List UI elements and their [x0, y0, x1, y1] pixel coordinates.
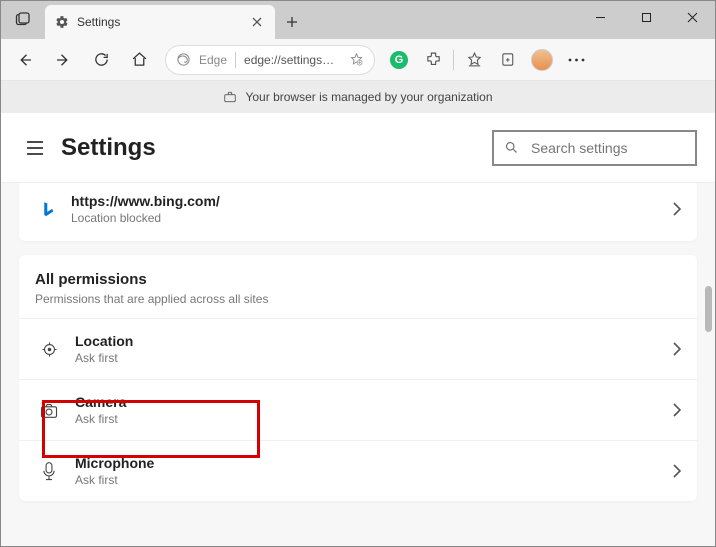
gear-icon — [55, 15, 69, 29]
managed-info-bar: Your browser is managed by your organiza… — [1, 81, 715, 113]
permission-row-microphone[interactable]: Microphone Ask first — [19, 440, 697, 501]
edge-logo-icon — [176, 52, 191, 67]
recent-activity-card: https://www.bing.com/ Location blocked — [19, 183, 697, 241]
address-bar[interactable]: Edge edge://settings… — [165, 45, 375, 75]
recent-site-url: https://www.bing.com/ — [71, 193, 659, 209]
home-button[interactable] — [121, 42, 157, 78]
permission-label: Camera — [75, 394, 657, 410]
window-titlebar: Settings — [1, 1, 715, 39]
search-settings-box[interactable] — [492, 130, 697, 166]
address-url: edge://settings… — [244, 53, 341, 67]
location-icon — [39, 339, 59, 359]
camera-icon — [39, 400, 59, 420]
chevron-right-icon — [673, 342, 681, 356]
extensions-button[interactable] — [417, 44, 449, 76]
window-controls — [577, 1, 715, 33]
collections-button[interactable] — [492, 44, 524, 76]
address-engine: Edge — [199, 53, 227, 67]
bing-favicon-icon — [39, 200, 57, 218]
settings-header: Settings — [1, 113, 715, 183]
tab-title: Settings — [77, 15, 241, 29]
favorites-button[interactable] — [458, 44, 490, 76]
permission-label: Microphone — [75, 455, 657, 471]
close-window-button[interactable] — [669, 1, 715, 33]
minimize-button[interactable] — [577, 1, 623, 33]
permission-row-camera[interactable]: Camera Ask first — [19, 379, 697, 440]
managed-message: Your browser is managed by your organiza… — [245, 90, 492, 104]
tab-actions-button[interactable] — [1, 1, 45, 39]
recent-site-row[interactable]: https://www.bing.com/ Location blocked — [19, 183, 697, 241]
favorite-star-icon[interactable] — [349, 52, 364, 67]
forward-button[interactable] — [45, 42, 81, 78]
address-divider — [235, 52, 236, 68]
permission-status: Ask first — [75, 412, 657, 426]
all-permissions-subtitle: Permissions that are applied across all … — [35, 292, 681, 306]
permission-label: Location — [75, 333, 657, 349]
permission-row-location[interactable]: Location Ask first — [19, 318, 697, 379]
recent-site-status: Location blocked — [71, 211, 659, 225]
new-tab-button[interactable] — [275, 5, 309, 39]
profile-avatar[interactable] — [526, 44, 558, 76]
permission-status: Ask first — [75, 473, 657, 487]
grammarly-extension-icon[interactable]: G — [383, 44, 415, 76]
search-input[interactable] — [531, 140, 685, 156]
page-title: Settings — [61, 134, 492, 162]
maximize-button[interactable] — [623, 1, 669, 33]
briefcase-icon — [223, 90, 237, 104]
close-tab-icon[interactable] — [249, 14, 265, 30]
toolbar-divider — [453, 50, 454, 70]
browser-toolbar: Edge edge://settings… G — [1, 39, 715, 81]
all-permissions-header: All permissions Permissions that are app… — [19, 255, 697, 318]
menu-toggle-button[interactable] — [21, 134, 49, 162]
back-button[interactable] — [7, 42, 43, 78]
browser-tab[interactable]: Settings — [45, 5, 275, 39]
refresh-button[interactable] — [83, 42, 119, 78]
chevron-right-icon — [673, 464, 681, 478]
chevron-right-icon — [673, 403, 681, 417]
microphone-icon — [39, 461, 59, 481]
search-icon — [504, 140, 519, 155]
permission-status: Ask first — [75, 351, 657, 365]
chevron-right-icon — [673, 202, 681, 216]
scrollbar-thumb[interactable] — [705, 286, 712, 332]
all-permissions-card: All permissions Permissions that are app… — [19, 255, 697, 501]
settings-content: https://www.bing.com/ Location blocked A… — [1, 183, 715, 546]
all-permissions-title: All permissions — [35, 271, 681, 288]
more-menu-button[interactable] — [560, 44, 592, 76]
recent-site-info: https://www.bing.com/ Location blocked — [71, 193, 659, 225]
